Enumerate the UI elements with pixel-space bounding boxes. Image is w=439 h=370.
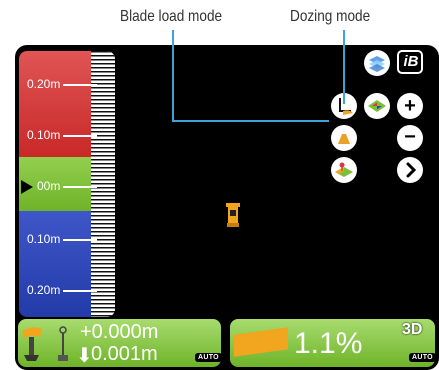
auto-badge-left: AUTO	[195, 353, 222, 362]
scale-tick	[63, 84, 97, 86]
scale-ruler	[91, 51, 115, 317]
zoom-in-icon[interactable]: +	[397, 93, 423, 119]
layers-icon[interactable]	[364, 50, 390, 76]
blade-load-leader-line	[172, 30, 174, 122]
elevation-status-panel[interactable]: +0.000m ⬇ 0.001m AUTO	[18, 319, 222, 367]
slope-value: 1.1%	[294, 327, 363, 360]
dozer-icon	[226, 203, 240, 227]
surface-color-icon[interactable]	[364, 93, 390, 119]
ib-badge-button[interactable]: iB	[397, 50, 423, 74]
scale-label-plus-020: 0.20m	[27, 77, 61, 91]
grade-pointer-icon	[21, 180, 33, 194]
callout-dozing-mode: Dozing mode	[290, 8, 371, 25]
blade-load-leader-line	[172, 120, 329, 122]
dozing-mode-icon[interactable]	[331, 125, 357, 151]
scale-tick	[63, 186, 97, 188]
scale-zone-below	[19, 211, 91, 317]
chevron-right-icon[interactable]	[397, 157, 423, 183]
scale-tick	[63, 290, 97, 292]
callout-blade-load-mode: Blade load mode	[120, 8, 223, 25]
mast-icon	[58, 326, 68, 361]
scale-tick	[63, 239, 97, 241]
scale-label-minus-010: 0.10m	[27, 232, 61, 246]
minus-glyph: −	[404, 126, 416, 148]
scale-label-plus-010: 0.10m	[27, 128, 61, 142]
dozing-leader-line	[343, 30, 345, 104]
auto-badge-right: AUTO	[409, 353, 436, 362]
zoom-out-icon[interactable]: −	[397, 125, 423, 151]
elevation-offset-value: +0.000m	[80, 321, 159, 343]
gnss-antenna-icon	[22, 327, 42, 361]
mode-badge-3d: 3D	[402, 321, 423, 338]
scale-tick	[63, 135, 97, 137]
ib-badge-label: iB	[403, 53, 419, 70]
blade-slope-indicator	[234, 327, 288, 357]
design-surface-icon[interactable]	[331, 157, 357, 183]
cut-fill-value: 0.001m	[91, 343, 158, 365]
scale-label-zero: 00m	[37, 179, 61, 193]
plus-glyph: +	[404, 95, 416, 117]
grade-scale: 0.20m 0.10m 00m 0.10m 0.20m	[19, 51, 115, 317]
slope-status-panel[interactable]: 1.1% 3D AUTO	[230, 319, 436, 367]
machine-control-screen: 0.20m 0.10m 00m 0.10m 0.20m iB + − +0.00…	[15, 45, 439, 370]
scale-label-minus-020: 0.20m	[27, 283, 61, 297]
